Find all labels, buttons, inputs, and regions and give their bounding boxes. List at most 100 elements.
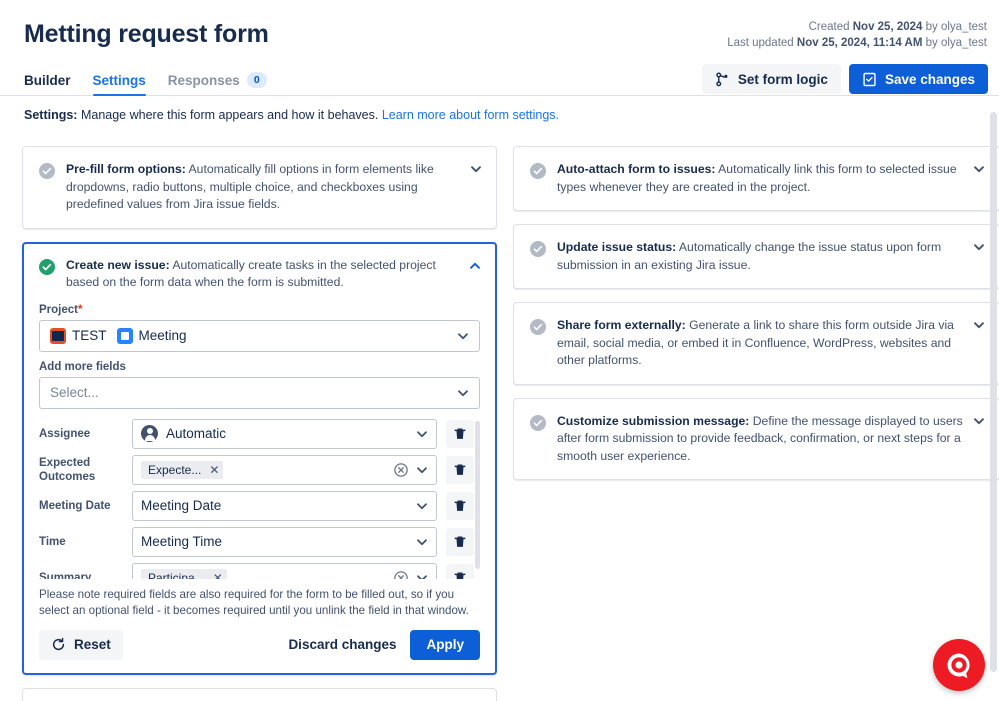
trash-icon <box>453 427 467 441</box>
chevron-down-icon[interactable] <box>973 241 985 253</box>
assignee-select[interactable]: Automatic <box>132 419 437 449</box>
check-circle-disabled-icon <box>530 241 546 257</box>
chevron-down-icon <box>457 387 469 399</box>
card-title: Pre-fill form options: <box>66 162 186 176</box>
meeting-date-select[interactable]: Meeting Date <box>132 491 437 521</box>
project-value: TEST <box>72 328 107 343</box>
delete-field-button[interactable] <box>446 456 474 484</box>
create-issue-form: Project* TEST Meeting Add more fields Se… <box>39 304 480 660</box>
card-update-existing-issue-fields[interactable]: Update existing issue fields: Map form d… <box>22 688 497 701</box>
tab-builder[interactable]: Builder <box>24 73 71 95</box>
meeting-date-value: Meeting Date <box>141 498 221 513</box>
card-title: Share form externally: <box>557 318 686 332</box>
chevron-down-icon[interactable] <box>973 415 985 427</box>
delete-field-button[interactable] <box>446 492 474 520</box>
page-scrollbar[interactable] <box>990 112 997 672</box>
chevron-down-icon <box>457 330 469 342</box>
card-title: Customize submission message: <box>557 414 749 428</box>
card-pre-fill-form-options[interactable]: Pre-fill form options: Automatically fil… <box>22 146 497 229</box>
save-document-icon <box>862 72 877 87</box>
card-title: Create new issue: <box>66 258 170 272</box>
tab-responses[interactable]: Responses 0 <box>168 72 267 95</box>
card-text: Create new issue: Automatically create t… <box>66 257 480 292</box>
created-label: Created <box>809 21 850 33</box>
chevron-down-icon[interactable] <box>973 319 985 331</box>
fields-scrollbar[interactable] <box>475 421 480 569</box>
settings-page: Metting request form Created Nov 25, 202… <box>0 0 999 701</box>
card-header: Share form externally: Generate a link t… <box>530 317 983 370</box>
card-text: Update issue status: Automatically chang… <box>557 239 983 274</box>
reset-button[interactable]: Reset <box>39 630 123 660</box>
assignee-value: Automatic <box>166 426 226 441</box>
trash-icon <box>453 463 467 477</box>
field-row-meeting-date: Meeting Date Meeting Date <box>39 491 480 521</box>
selected-chip[interactable]: Expecte... ✕ <box>141 461 223 479</box>
card-header: Pre-fill form options: Automatically fil… <box>39 161 480 214</box>
field-row-label: Expected Outcomes <box>39 456 132 484</box>
card-auto-attach-form-to-issues[interactable]: Auto-attach form to issues: Automaticall… <box>513 146 999 211</box>
field-row-label: Meeting Date <box>39 499 132 513</box>
chip-label: Participa... <box>148 571 205 579</box>
tab-settings[interactable]: Settings <box>93 73 146 95</box>
card-header: Auto-attach form to issues: Automaticall… <box>530 161 983 196</box>
learn-more-link[interactable]: Learn more about form settings. <box>382 108 559 122</box>
created-date: Nov 25, 2024 <box>853 21 923 33</box>
trash-icon <box>453 499 467 513</box>
field-row-label: Assignee <box>39 427 132 441</box>
field-row-label: Time <box>39 535 132 549</box>
time-value: Meeting Time <box>141 534 222 549</box>
set-form-logic-button[interactable]: Set form logic <box>702 64 841 94</box>
support-chat-icon <box>943 649 975 681</box>
right-column: Auto-attach form to issues: Automaticall… <box>513 146 999 701</box>
project-select[interactable]: TEST Meeting <box>39 320 480 352</box>
chevron-down-icon[interactable] <box>470 163 482 175</box>
delete-field-button[interactable] <box>446 420 474 448</box>
trash-icon <box>453 571 467 579</box>
card-create-new-issue[interactable]: Create new issue: Automatically create t… <box>22 242 497 675</box>
help-widget-button[interactable] <box>933 639 985 691</box>
tab-settings-label: Settings <box>93 73 146 88</box>
expected-outcomes-select[interactable]: Expecte... ✕ <box>132 455 437 485</box>
created-line: Created Nov 25, 2024 by olya_test <box>727 19 987 35</box>
check-circle-disabled-icon <box>39 163 55 179</box>
card-update-issue-status[interactable]: Update issue status: Automatically chang… <box>513 224 999 289</box>
chevron-down-icon <box>416 572 428 579</box>
delete-field-button[interactable] <box>446 528 474 556</box>
left-column: Pre-fill form options: Automatically fil… <box>22 146 497 701</box>
summary-select[interactable]: Participa... ✕ <box>132 563 437 579</box>
add-more-fields-select[interactable]: Select... <box>39 377 480 409</box>
discard-changes-button[interactable]: Discard changes <box>274 637 410 652</box>
card-text: Auto-attach form to issues: Automaticall… <box>557 161 983 196</box>
chip-remove-icon[interactable]: ✕ <box>209 463 219 477</box>
set-form-logic-label: Set form logic <box>738 72 828 87</box>
selected-chip[interactable]: Participa... ✕ <box>141 569 227 579</box>
chevron-down-icon[interactable] <box>973 163 985 175</box>
time-select[interactable]: Meeting Time <box>132 527 437 557</box>
card-text: Pre-fill form options: Automatically fil… <box>66 161 480 214</box>
form-metadata: Created Nov 25, 2024 by olya_test Last u… <box>727 19 987 51</box>
card-share-form-externally[interactable]: Share form externally: Generate a link t… <box>513 302 999 385</box>
required-fields-note: Please note required fields are also req… <box>39 587 480 619</box>
field-row-time: Time Meeting Time <box>39 527 480 557</box>
mapped-fields-list: Assignee Automatic <box>39 419 480 579</box>
chip-remove-icon[interactable]: ✕ <box>213 571 223 579</box>
card-header: Update issue status: Automatically chang… <box>530 239 983 274</box>
settings-description-text: Manage where this form appears and how i… <box>77 108 381 122</box>
updated-label: Last updated <box>727 37 794 49</box>
apply-button[interactable]: Apply <box>410 630 480 660</box>
save-changes-button[interactable]: Save changes <box>849 64 988 94</box>
card-customize-submission-message[interactable]: Customize submission message: Define the… <box>513 398 999 481</box>
required-asterisk: * <box>78 304 82 316</box>
save-changes-label: Save changes <box>885 72 975 87</box>
field-row-expected-outcomes: Expected Outcomes Expecte... ✕ <box>39 455 480 485</box>
add-more-fields-placeholder: Select... <box>50 385 99 400</box>
card-header: Customize submission message: Define the… <box>530 413 983 466</box>
clear-selection-icon[interactable] <box>394 463 408 477</box>
delete-field-button[interactable] <box>446 564 474 579</box>
field-row-assignee: Assignee Automatic <box>39 419 480 449</box>
updated-line: Last updated Nov 25, 2024, 11:14 AM by o… <box>727 35 987 51</box>
clear-selection-icon[interactable] <box>394 571 408 579</box>
settings-description: Settings: Manage where this form appears… <box>0 96 999 124</box>
tab-builder-label: Builder <box>24 73 71 88</box>
chevron-up-icon[interactable] <box>469 260 481 272</box>
